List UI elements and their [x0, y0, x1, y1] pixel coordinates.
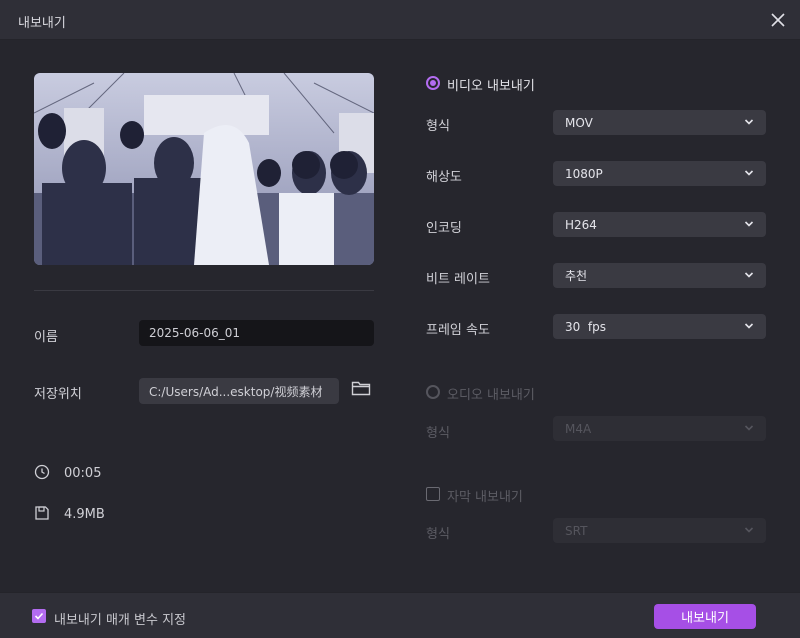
radio-dot	[430, 80, 436, 86]
preview-image	[34, 73, 374, 265]
resolution-label: 해상도	[426, 170, 462, 185]
duration-value: 00:05	[64, 466, 102, 481]
dialog-title: 내보내기	[18, 16, 66, 31]
frame-rate-value: 30 fps	[565, 319, 606, 334]
chevron-down-icon	[744, 323, 754, 329]
remember-settings-label: 내보내기 매개 변수 지정	[54, 613, 186, 628]
subtitle-format-select[interactable]: SRT	[553, 518, 766, 543]
video-export-radio[interactable]	[426, 76, 440, 90]
location-input[interactable]: C:/Users/Ad...esktop/视频素材	[139, 378, 339, 404]
bitrate-value: 추천	[565, 269, 588, 283]
save-icon	[34, 505, 52, 523]
chevron-down-icon	[744, 527, 754, 533]
resolution-value: 1080P	[565, 166, 603, 181]
dialog-body: 이름 2025-06-06_01 저장위치 C:/Users/Ad...eskt…	[0, 40, 800, 592]
subtitle-export-checkbox[interactable]	[426, 487, 440, 501]
audio-format-select[interactable]: M4A	[553, 416, 766, 441]
export-button[interactable]: 내보내기	[654, 604, 756, 629]
footer: 내보내기 매개 변수 지정 내보내기	[0, 592, 800, 638]
encoding-label: 인코딩	[426, 221, 462, 236]
frame-rate-select[interactable]: 30 fps	[553, 314, 766, 339]
name-label: 이름	[34, 330, 58, 345]
video-preview	[34, 73, 374, 265]
title-bar: 내보내기	[0, 0, 800, 40]
browse-folder-button[interactable]	[351, 379, 373, 401]
clock-icon	[34, 464, 52, 482]
remember-settings-checkbox[interactable]	[32, 609, 46, 623]
close-icon	[771, 13, 785, 27]
subtitle-format-value: SRT	[565, 523, 588, 538]
audio-export-radio[interactable]	[426, 385, 440, 399]
chevron-down-icon	[744, 221, 754, 227]
chevron-down-icon	[744, 170, 754, 176]
folder-icon	[351, 381, 371, 396]
audio-format-label: 형식	[426, 426, 450, 441]
format-label: 형식	[426, 119, 450, 134]
audio-export-label: 오디오 내보내기	[447, 388, 535, 403]
video-export-label: 비디오 내보내기	[447, 79, 535, 94]
chevron-down-icon	[744, 272, 754, 278]
location-label: 저장위치	[34, 387, 82, 402]
close-button[interactable]	[766, 8, 790, 32]
encoding-select[interactable]: H264	[553, 212, 766, 237]
chevron-down-icon	[744, 119, 754, 125]
resolution-select[interactable]: 1080P	[553, 161, 766, 186]
encoding-value: H264	[565, 217, 597, 232]
file-size-value: 4.9MB	[64, 507, 105, 522]
name-input[interactable]: 2025-06-06_01	[139, 320, 374, 346]
format-value: MOV	[565, 115, 593, 130]
bitrate-label: 비트 레이트	[426, 272, 490, 287]
chevron-down-icon	[744, 425, 754, 431]
bitrate-select[interactable]: 추천	[553, 263, 766, 288]
subtitle-export-label: 자막 내보내기	[447, 490, 523, 505]
audio-format-value: M4A	[565, 421, 592, 436]
subtitle-format-label: 형식	[426, 527, 450, 542]
frame-rate-label: 프레임 속도	[426, 323, 490, 338]
divider	[34, 290, 374, 291]
format-select[interactable]: MOV	[553, 110, 766, 135]
check-icon	[34, 612, 44, 620]
